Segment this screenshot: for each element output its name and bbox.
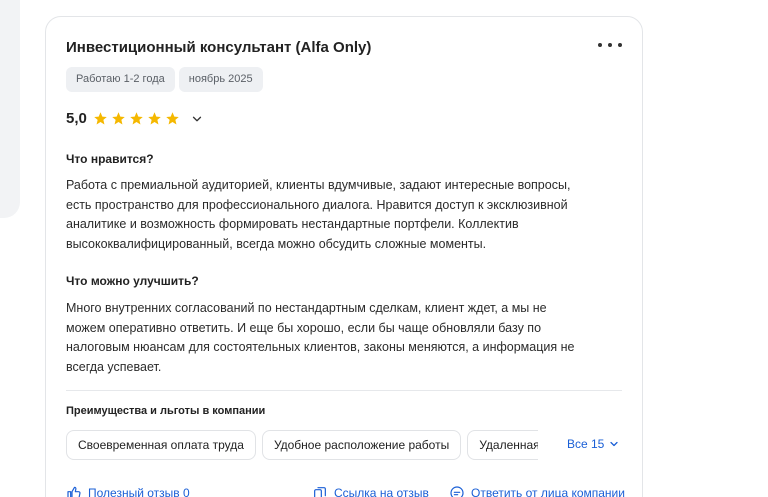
improve-heading: Что можно улучшить? xyxy=(66,274,199,288)
reply-as-company-label: Ответить от лица компании xyxy=(471,486,625,497)
rating-value: 5,0 xyxy=(66,110,87,127)
tag-tenure: Работаю 1-2 года xyxy=(66,67,175,92)
divider xyxy=(66,390,622,391)
likes-line: Работа с премиальной аудиторией, клиенты… xyxy=(66,178,571,192)
left-panel-card xyxy=(0,0,20,218)
improve-line: Много внутренних согласований по нестанд… xyxy=(66,301,547,315)
star-icon xyxy=(166,112,179,125)
star-icon xyxy=(112,112,125,125)
thumbs-up-icon xyxy=(67,486,81,497)
helpful-review-button[interactable]: Полезный отзыв 0 xyxy=(66,485,190,497)
review-card: Инвестиционный консультант (Alfa Only) Р… xyxy=(45,16,643,497)
more-options-icon[interactable] xyxy=(598,35,622,55)
star-icon xyxy=(130,112,143,125)
improve-line: всегда успевает. xyxy=(66,359,162,374)
rating: 5,0 xyxy=(66,110,204,127)
show-all-benefits-button[interactable]: Все 15 xyxy=(567,437,620,451)
likes-line: высококвалифицированный, всегда можно об… xyxy=(66,236,487,251)
improve-text: Много внутренних согласований по нестанд… xyxy=(66,299,626,377)
benefit-chip: Удобное расположение работы xyxy=(261,430,462,460)
review-title: Инвестиционный консультант (Alfa Only) xyxy=(66,39,372,56)
benefits-heading: Преимущества и льготы в компании xyxy=(66,405,266,417)
link-icon xyxy=(314,487,326,497)
improve-line: можем оперативно ответить. И еще бы хоро… xyxy=(66,320,542,335)
star-icon xyxy=(94,112,107,125)
chevron-down-icon[interactable] xyxy=(190,112,204,126)
benefit-chip: Удаленная работа xyxy=(467,430,538,460)
review-actions: Полезный отзыв 0 Ссылка на отзыв Ответит… xyxy=(66,485,626,497)
show-all-label: Все 15 xyxy=(567,437,605,451)
review-link-button[interactable]: Ссылка на отзыв xyxy=(312,485,429,497)
likes-heading: Что нравится? xyxy=(66,152,154,166)
tag-date: ноябрь 2025 xyxy=(178,67,263,92)
reply-as-company-button[interactable]: Ответить от лица компании xyxy=(449,485,625,497)
likes-line: аналитике и возможность формировать нест… xyxy=(66,217,519,231)
chevron-down-icon xyxy=(610,441,618,447)
review-link-label: Ссылка на отзыв xyxy=(334,486,429,497)
chat-icon xyxy=(450,486,464,497)
star-icon xyxy=(148,112,161,125)
improve-line: налоговым нюансам для состоятельных клие… xyxy=(66,340,575,354)
review-tags: Работаю 1-2 года ноябрь 2025 xyxy=(66,67,263,92)
benefit-chip: Своевременная оплата труда xyxy=(66,430,256,460)
benefits-list[interactable]: Своевременная оплата труда Удобное распо… xyxy=(66,430,538,460)
likes-text: Работа с премиальной аудиторией, клиенты… xyxy=(66,176,626,254)
helpful-review-label: Полезный отзыв 0 xyxy=(88,486,190,497)
likes-line: есть пространство для профессионального … xyxy=(66,197,568,212)
